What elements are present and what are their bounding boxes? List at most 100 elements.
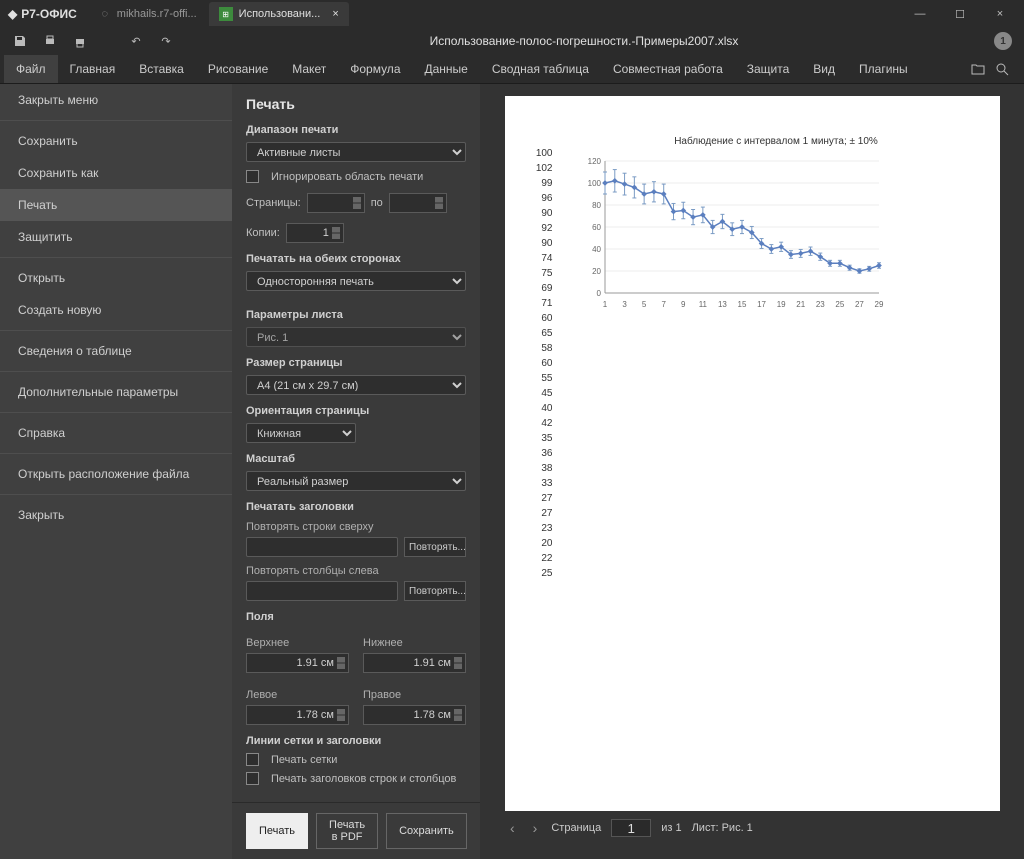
menu-layout[interactable]: Макет bbox=[280, 55, 338, 83]
orientation-select[interactable]: Книжная bbox=[246, 423, 356, 443]
print-headings-checkbox[interactable] bbox=[246, 772, 259, 785]
menu-draw[interactable]: Рисование bbox=[196, 55, 280, 83]
sheet-select[interactable]: Рис. 1 bbox=[246, 327, 466, 347]
menu-formula[interactable]: Формула bbox=[338, 55, 412, 83]
sidebar-advanced[interactable]: Дополнительные параметры bbox=[0, 376, 232, 408]
grid-section-label: Линии сетки и заголовки bbox=[246, 735, 466, 747]
titlebar: ◆ Р7-ОФИС ◌ mikhails.r7-offi... ⊞ Исполь… bbox=[0, 0, 1024, 28]
page-size-select[interactable]: A4 (21 см x 29.7 см) bbox=[246, 375, 466, 395]
print-pdf-button[interactable]: Печать в PDF bbox=[316, 813, 378, 849]
pages-to-input[interactable] bbox=[389, 193, 447, 213]
data-column: 1001029996909290747569716065586055454042… bbox=[529, 146, 553, 581]
menu-protect[interactable]: Защита bbox=[735, 55, 802, 83]
svg-text:3: 3 bbox=[622, 300, 627, 309]
sidebar-close-menu[interactable]: Закрыть меню bbox=[0, 84, 232, 116]
sidebar-save-as[interactable]: Сохранить как bbox=[0, 157, 232, 189]
quickprint-icon[interactable] bbox=[72, 33, 88, 49]
undo-icon[interactable]: ↶ bbox=[128, 33, 144, 49]
sidebar-protect[interactable]: Защитить bbox=[0, 221, 232, 253]
svg-text:5: 5 bbox=[641, 300, 646, 309]
svg-text:19: 19 bbox=[776, 300, 785, 309]
ignore-print-area-checkbox[interactable] bbox=[246, 170, 259, 183]
margin-left-label: Левое bbox=[246, 689, 349, 701]
loading-icon: ◌ bbox=[99, 8, 111, 20]
repeat-cols-input[interactable] bbox=[246, 581, 398, 601]
sidebar-save[interactable]: Сохранить bbox=[0, 125, 232, 157]
duplex-select[interactable]: Односторонняя печать bbox=[246, 271, 466, 291]
svg-text:11: 11 bbox=[698, 300, 707, 309]
svg-text:1: 1 bbox=[602, 300, 607, 309]
tab-1[interactable]: ◌ mikhails.r7-offi... bbox=[89, 2, 207, 26]
margin-bottom-input[interactable]: 1.91 см bbox=[363, 653, 466, 673]
search-icon[interactable] bbox=[994, 61, 1010, 77]
pages-from-input[interactable] bbox=[307, 193, 365, 213]
page-number-input[interactable] bbox=[611, 819, 651, 837]
page-size-label: Размер страницы bbox=[246, 357, 466, 369]
svg-text:7: 7 bbox=[661, 300, 666, 309]
window-tabs: ◌ mikhails.r7-offi... ⊞ Использовани... … bbox=[89, 2, 904, 26]
print-headers-label: Печатать заголовки bbox=[246, 501, 466, 513]
menubar: Файл Главная Вставка Рисование Макет Фор… bbox=[0, 54, 1024, 84]
menu-collab[interactable]: Совместная работа bbox=[601, 55, 735, 83]
menu-plugins[interactable]: Плагины bbox=[847, 55, 920, 83]
folder-icon[interactable] bbox=[970, 61, 986, 77]
save-icon[interactable] bbox=[12, 33, 28, 49]
sidebar-info[interactable]: Сведения о таблице bbox=[0, 335, 232, 367]
maximize-button[interactable]: ☐ bbox=[944, 2, 976, 26]
sheet-params-label: Параметры листа bbox=[246, 309, 466, 321]
sidebar-help[interactable]: Справка bbox=[0, 417, 232, 449]
svg-text:60: 60 bbox=[592, 223, 601, 232]
repeat-cols-button[interactable]: Повторять... bbox=[404, 581, 466, 601]
close-tab-icon[interactable]: × bbox=[332, 8, 338, 20]
svg-text:29: 29 bbox=[874, 300, 883, 309]
svg-text:0: 0 bbox=[596, 289, 601, 298]
menu-view[interactable]: Вид bbox=[801, 55, 847, 83]
svg-text:40: 40 bbox=[592, 245, 601, 254]
close-button[interactable]: × bbox=[984, 2, 1016, 26]
sheet-name-label: Лист: Рис. 1 bbox=[692, 822, 753, 834]
repeat-rows-button[interactable]: Повторять... bbox=[404, 537, 466, 557]
sidebar-print[interactable]: Печать bbox=[0, 189, 232, 221]
spreadsheet-icon: ⊞ bbox=[219, 7, 233, 21]
print-preview: 1001029996909290747569716065586055454042… bbox=[480, 84, 1024, 859]
save-settings-button[interactable]: Сохранить bbox=[386, 813, 467, 849]
app-logo: ◆ Р7-ОФИС bbox=[8, 7, 77, 21]
menu-data[interactable]: Данные bbox=[413, 55, 480, 83]
sidebar-open[interactable]: Открыть bbox=[0, 262, 232, 294]
scale-select[interactable]: Реальный размер bbox=[246, 471, 466, 491]
svg-text:20: 20 bbox=[592, 267, 601, 276]
svg-text:17: 17 bbox=[757, 300, 766, 309]
sidebar-close[interactable]: Закрыть bbox=[0, 499, 232, 531]
document-title: Использование-полос-погрешности.-Примеры… bbox=[188, 34, 980, 48]
svg-text:80: 80 bbox=[592, 201, 601, 210]
menu-insert[interactable]: Вставка bbox=[127, 55, 196, 83]
menu-pivot[interactable]: Сводная таблица bbox=[480, 55, 601, 83]
margin-top-input[interactable]: 1.91 см bbox=[246, 653, 349, 673]
avatar[interactable]: 1 bbox=[994, 32, 1012, 50]
menu-file[interactable]: Файл bbox=[4, 55, 58, 83]
next-page-button[interactable]: › bbox=[529, 820, 542, 836]
print-range-select[interactable]: Активные листы bbox=[246, 142, 466, 162]
repeat-rows-label: Повторять строки сверху bbox=[246, 521, 466, 533]
logo-icon: ◆ bbox=[8, 7, 17, 21]
svg-text:23: 23 bbox=[815, 300, 824, 309]
redo-icon[interactable]: ↷ bbox=[158, 33, 174, 49]
range-label: Диапазон печати bbox=[246, 124, 466, 136]
margin-left-input[interactable]: 1.78 см bbox=[246, 705, 349, 725]
svg-text:100: 100 bbox=[587, 179, 601, 188]
menu-home[interactable]: Главная bbox=[58, 55, 128, 83]
chart-title: Наблюдение с интервалом 1 минута; ± 10% bbox=[577, 136, 976, 147]
minimize-button[interactable]: — bbox=[904, 2, 936, 26]
print-icon[interactable] bbox=[42, 33, 58, 49]
margin-right-input[interactable]: 1.78 см bbox=[363, 705, 466, 725]
repeat-rows-input[interactable] bbox=[246, 537, 398, 557]
sidebar-new[interactable]: Создать новую bbox=[0, 294, 232, 326]
tab-2[interactable]: ⊞ Использовани... × bbox=[209, 2, 349, 26]
copies-input[interactable]: 1 bbox=[286, 223, 344, 243]
sidebar-open-location[interactable]: Открыть расположение файла bbox=[0, 458, 232, 490]
duplex-label: Печатать на обеих сторонах bbox=[246, 253, 466, 265]
print-button[interactable]: Печать bbox=[246, 813, 308, 849]
prev-page-button[interactable]: ‹ bbox=[506, 820, 519, 836]
print-grid-checkbox[interactable] bbox=[246, 753, 259, 766]
print-headings-label: Печать заголовков строк и столбцов bbox=[271, 773, 456, 785]
